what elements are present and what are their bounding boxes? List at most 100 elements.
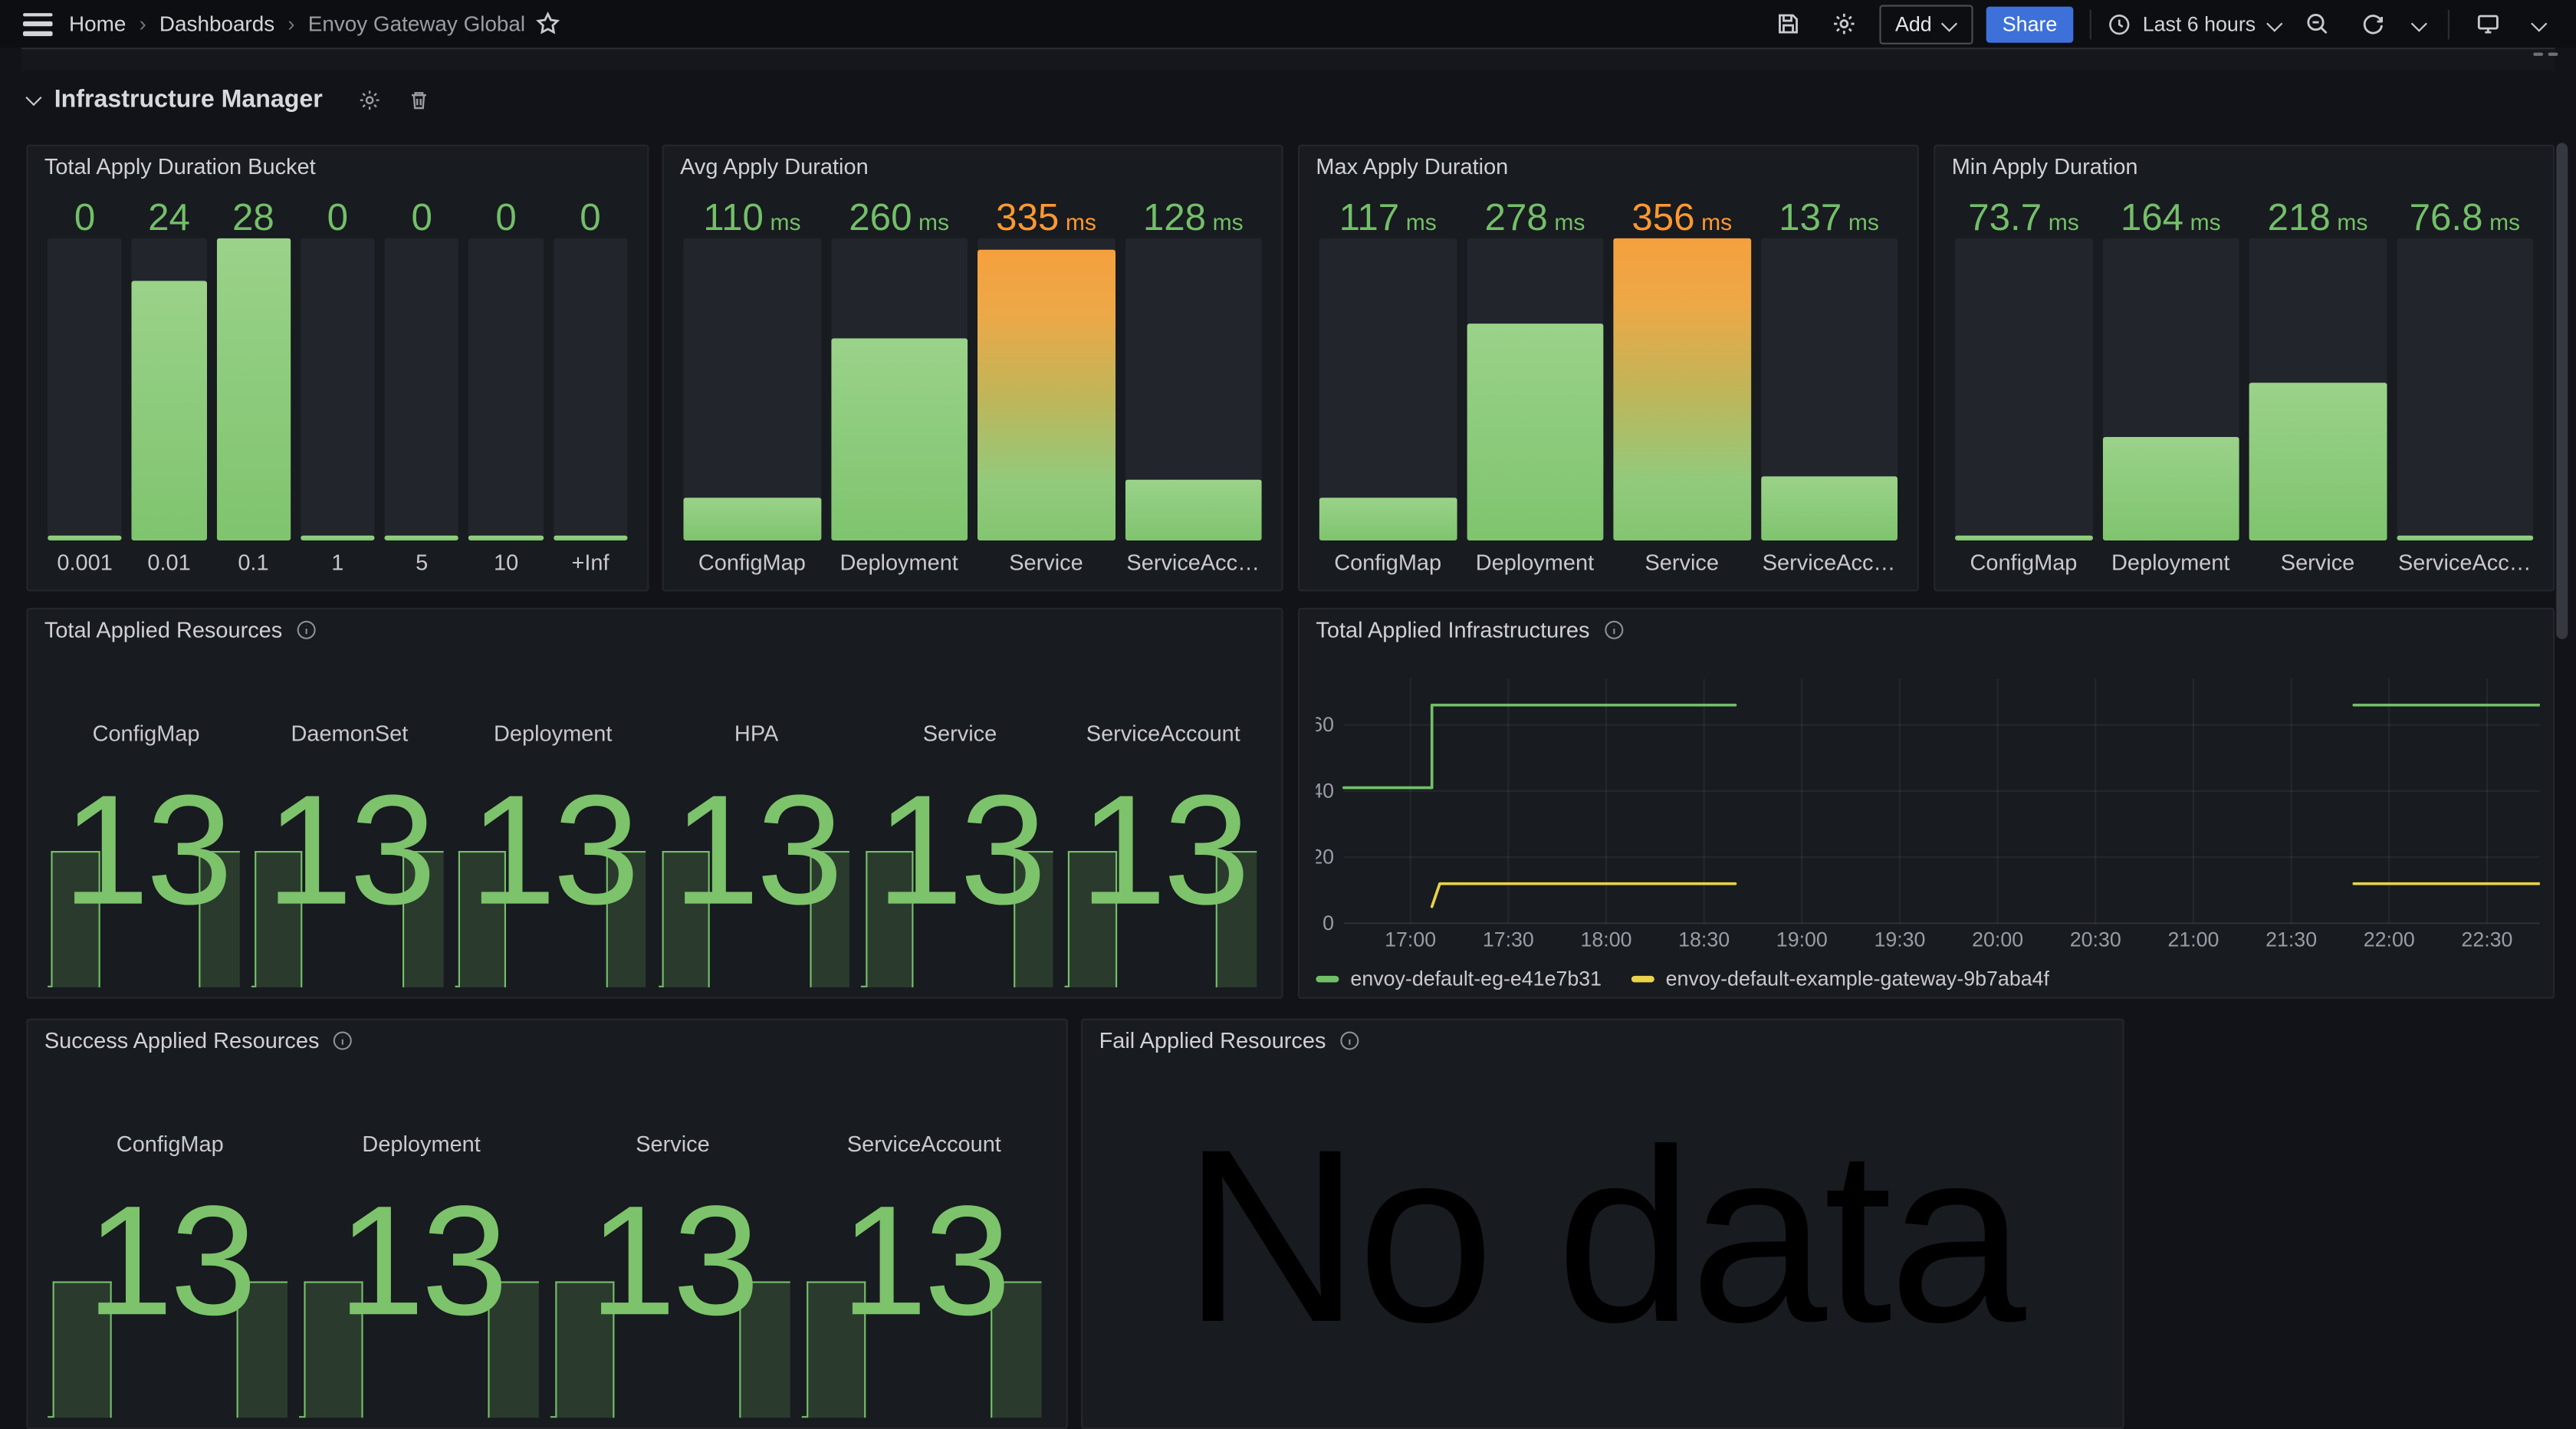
legend-item[interactable]: envoy-default-example-gateway-9b7aba4f — [1631, 967, 2049, 990]
svg-text:40: 40 — [1316, 779, 1334, 802]
gauge-value: 218ms — [2249, 186, 2387, 238]
menu-icon[interactable] — [23, 12, 53, 35]
svg-text:18:00: 18:00 — [1580, 928, 1631, 951]
gauge-bar-track — [830, 238, 968, 540]
tv-mode-icon[interactable] — [2474, 11, 2500, 37]
panel-title[interactable]: Fail Applied Resources — [1099, 1028, 1361, 1053]
breadcrumb-dashboards[interactable]: Dashboards — [159, 11, 274, 36]
stat-cell: ServiceAccount13 — [1062, 649, 1265, 987]
share-button[interactable]: Share — [1986, 6, 2073, 42]
breadcrumb-home[interactable]: Home — [69, 11, 126, 36]
gauge-value: 335ms — [978, 186, 1115, 238]
gauge-column: 117msConfigMap — [1319, 186, 1457, 580]
gauge-bar-fill — [132, 281, 206, 540]
gauge-bar-fill — [1760, 477, 1898, 540]
info-icon[interactable] — [1339, 1030, 1361, 1052]
row-delete-trash-icon[interactable] — [408, 88, 431, 111]
gauge-bar-label: ConfigMap — [683, 547, 820, 580]
gauge-value: 28 — [216, 186, 291, 238]
gauge-bar-fill — [1319, 498, 1457, 540]
save-icon[interactable] — [1776, 11, 1802, 37]
gauge-bar-label: Deployment — [1467, 547, 1604, 580]
time-range-label: Last 6 hours — [2143, 12, 2256, 35]
gauge-value-unit: ms — [918, 209, 949, 235]
row-settings-gear-icon[interactable] — [359, 88, 382, 111]
panel-title[interactable]: Total Applied Infrastructures — [1316, 618, 1624, 642]
stat-value: 13 — [655, 774, 858, 930]
gauge-value-unit: ms — [2337, 209, 2367, 235]
info-icon[interactable] — [295, 619, 317, 641]
gauge-value: 76.8ms — [2396, 186, 2533, 238]
bar-gauge: 00.001240.01280.101050100+Inf — [48, 186, 627, 580]
gauge-value: 164ms — [2102, 186, 2239, 238]
gauge-bar-fill — [2396, 536, 2533, 540]
scrollbar-thumb[interactable] — [2556, 143, 2568, 639]
time-range-picker[interactable]: Last 6 hours — [2108, 12, 2282, 35]
gauge-value: 0 — [48, 186, 122, 238]
gauge-bar-label: ConfigMap — [1955, 547, 2092, 580]
gauge-column: 240.01 — [132, 186, 206, 580]
gauge-value: 278ms — [1467, 186, 1604, 238]
settings-gear-icon[interactable] — [1831, 11, 1857, 37]
gauge-bar-label: ServiceAcc… — [1125, 547, 1262, 580]
gauge-column: 335msService — [978, 186, 1115, 580]
gauge-bar-track — [2102, 238, 2239, 540]
svg-text:20: 20 — [1316, 846, 1334, 869]
gauge-value-unit: ms — [1406, 209, 1437, 235]
zoom-out-icon[interactable] — [2303, 11, 2329, 37]
gauge-bar-label: +Inf — [554, 547, 628, 580]
stat-cell: Service13 — [858, 649, 1061, 987]
refresh-interval-chevron-icon[interactable] — [2412, 16, 2426, 31]
panel-title[interactable]: Avg Apply Duration — [680, 154, 869, 179]
refresh-icon[interactable] — [2359, 11, 2385, 37]
info-icon[interactable] — [333, 1030, 354, 1052]
stat-cell: ServiceAccount13 — [798, 1059, 1050, 1418]
gauge-bar-label: 10 — [469, 547, 544, 580]
stat-cell: HPA13 — [655, 649, 858, 987]
gauge-bar-track — [1955, 238, 2092, 540]
gauge-bar-fill — [554, 536, 628, 540]
grafana-dashboard: Home › Dashboards › Envoy Gateway Global… — [0, 0, 2576, 1418]
gauge-column: 00.001 — [48, 186, 122, 580]
stat-value: 13 — [44, 774, 248, 930]
legend-item[interactable]: envoy-default-eg-e41e7b31 — [1316, 967, 1602, 990]
gauge-column: 137msServiceAcc… — [1760, 186, 1898, 580]
gauge-bar-fill — [978, 251, 1115, 540]
gauge-bar-track — [48, 238, 122, 540]
row-collapse-chevron-icon[interactable] — [26, 90, 41, 104]
gauge-bar-fill — [216, 238, 291, 540]
gauge-value: 137ms — [1760, 186, 1898, 238]
gauge-bar-fill — [1125, 480, 1262, 540]
gauge-bar-label: 0.01 — [132, 547, 206, 580]
gauge-value: 110ms — [683, 186, 820, 238]
info-icon[interactable] — [1603, 619, 1625, 641]
stat-value: 13 — [44, 1184, 296, 1341]
gauge-column: 0 +Inf — [554, 186, 628, 580]
panel-title[interactable]: Total Apply Duration Bucket — [44, 154, 316, 179]
gauge-column: 05 — [385, 186, 459, 580]
gauge-value: 117ms — [1319, 186, 1457, 238]
gauge-column: 76.8msServiceAcc… — [2396, 186, 2533, 580]
gauge-column: 280.1 — [216, 186, 291, 580]
gauge-value-unit: ms — [1701, 209, 1732, 235]
gauge-value: 0 — [554, 186, 628, 238]
breadcrumb: Home › Dashboards › Envoy Gateway Global — [69, 11, 525, 36]
panel-title[interactable]: Success Applied Resources — [44, 1028, 354, 1053]
panel-title[interactable]: Total Applied Resources — [44, 618, 317, 642]
stat-value: 13 — [1062, 774, 1265, 930]
gauge-column: 164msDeployment — [2102, 186, 2239, 580]
panel-total-applied-resources: Total Applied Resources ConfigMap13Daemo… — [26, 608, 1283, 999]
row-title[interactable]: Infrastructure Manager — [54, 85, 323, 113]
panel-title[interactable]: Min Apply Duration — [1952, 154, 2138, 179]
gauge-bar-fill — [48, 536, 122, 540]
gauge-value-unit: ms — [1213, 209, 1244, 235]
add-button[interactable]: Add — [1879, 4, 1973, 43]
star-icon[interactable] — [535, 11, 561, 37]
gauge-bar-fill — [469, 536, 544, 540]
gauge-column: 128msServiceAcc… — [1125, 186, 1262, 580]
panel-min-apply-duration: Min Apply Duration 73.7msConfigMap164msD… — [1934, 145, 2555, 592]
svg-text:19:30: 19:30 — [1874, 928, 1925, 951]
legend-series-dash — [1631, 976, 1654, 983]
panel-title[interactable]: Max Apply Duration — [1316, 154, 1508, 179]
nav-more-chevron-icon[interactable] — [2532, 16, 2546, 31]
